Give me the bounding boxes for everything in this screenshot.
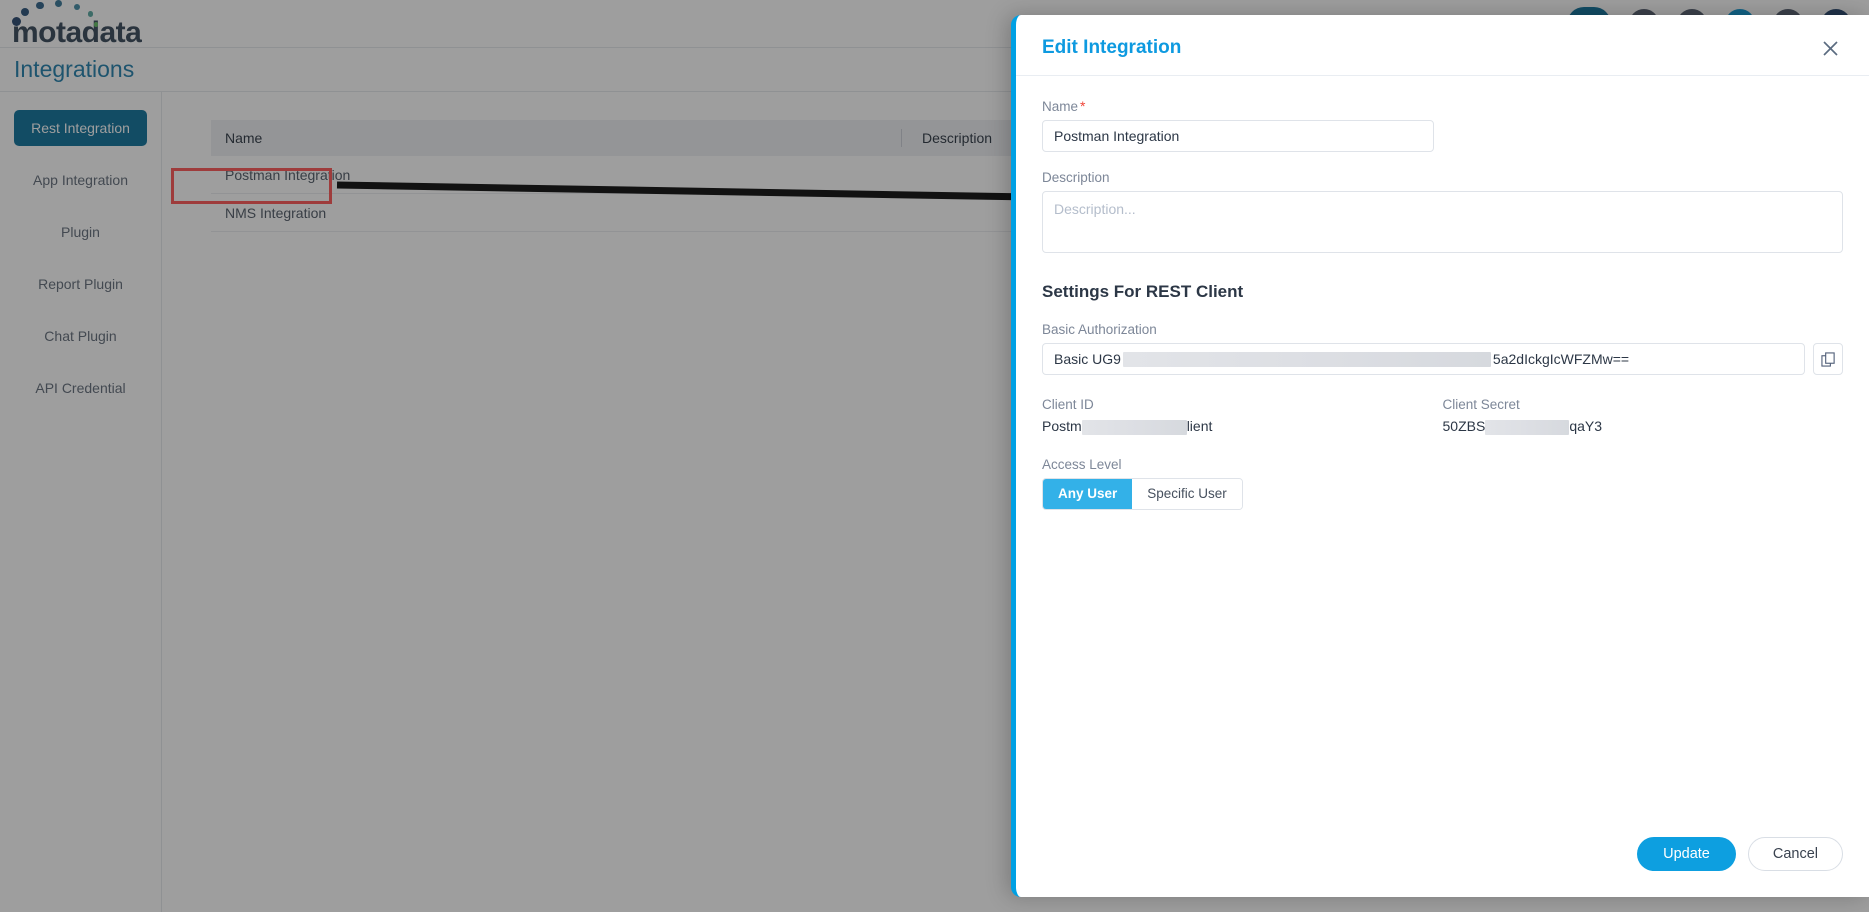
name-label-text: Name bbox=[1042, 99, 1079, 114]
basic-auth-prefix: Basic UG9 bbox=[1054, 351, 1121, 367]
redaction-block bbox=[1122, 351, 1491, 367]
basic-authorization-label: Basic Authorization bbox=[1042, 322, 1157, 337]
client-id-suffix: lient bbox=[1186, 418, 1213, 434]
client-secret-label: Client Secret bbox=[1442, 397, 1520, 412]
copy-icon[interactable] bbox=[1813, 343, 1843, 375]
client-id-value: Postm lient bbox=[1042, 418, 1443, 435]
client-secret-group: Client Secret 50ZBS qaY3 bbox=[1443, 397, 1844, 435]
name-input[interactable] bbox=[1042, 120, 1434, 152]
client-id-label: Client ID bbox=[1042, 397, 1094, 412]
access-level-option-any-user[interactable]: Any User bbox=[1043, 478, 1133, 509]
access-level-segmented-control: Any User Specific User bbox=[1042, 477, 1243, 510]
client-secret-value: 50ZBS qaY3 bbox=[1443, 418, 1844, 435]
redaction-block bbox=[1081, 419, 1187, 435]
access-level-group: Access Level Any User Specific User bbox=[1042, 457, 1843, 510]
drawer-body: Name* Description Settings For REST Clie… bbox=[1016, 76, 1869, 837]
cancel-button[interactable]: Cancel bbox=[1747, 837, 1843, 871]
update-button[interactable]: Update bbox=[1637, 837, 1736, 871]
client-secret-suffix: qaY3 bbox=[1569, 418, 1603, 434]
description-textarea[interactable] bbox=[1042, 191, 1843, 253]
copy-glyph-icon bbox=[1820, 351, 1835, 367]
client-id-group: Client ID Postm lient bbox=[1042, 397, 1443, 435]
drawer-header: Edit Integration bbox=[1016, 15, 1869, 76]
description-label: Description bbox=[1042, 170, 1110, 185]
name-label: Name * bbox=[1042, 98, 1843, 114]
edit-integration-drawer: Edit Integration Name* Description Setti… bbox=[1011, 15, 1869, 897]
drawer-title: Edit Integration bbox=[1042, 37, 1182, 58]
required-asterisk: * bbox=[1080, 98, 1086, 114]
close-x-icon bbox=[1822, 40, 1838, 56]
client-credentials-row: Client ID Postm lient Client Secret 50ZBS… bbox=[1042, 397, 1843, 435]
access-level-label: Access Level bbox=[1042, 456, 1122, 472]
description-field-group: Description bbox=[1042, 170, 1843, 258]
access-level-option-specific-user[interactable]: Specific User bbox=[1132, 478, 1242, 509]
section-title-rest-client: Settings For REST Client bbox=[1042, 282, 1244, 301]
close-icon[interactable] bbox=[1817, 35, 1843, 61]
client-secret-prefix: 50ZBS bbox=[1442, 418, 1486, 434]
name-field-group: Name * bbox=[1042, 98, 1843, 152]
drawer-footer: Update Cancel bbox=[1016, 837, 1869, 897]
basic-authorization-value[interactable]: Basic UG9 5a2dIckgIcWFZMw== bbox=[1042, 343, 1805, 375]
basic-authorization-group: Basic Authorization Basic UG9 5a2dIckgIcW… bbox=[1042, 322, 1843, 375]
basic-authorization-row: Basic UG9 5a2dIckgIcWFZMw== bbox=[1042, 343, 1843, 375]
basic-auth-suffix: 5a2dIckgIcWFZMw== bbox=[1492, 351, 1630, 367]
client-id-prefix: Postm bbox=[1042, 418, 1082, 434]
redaction-block bbox=[1485, 419, 1570, 435]
